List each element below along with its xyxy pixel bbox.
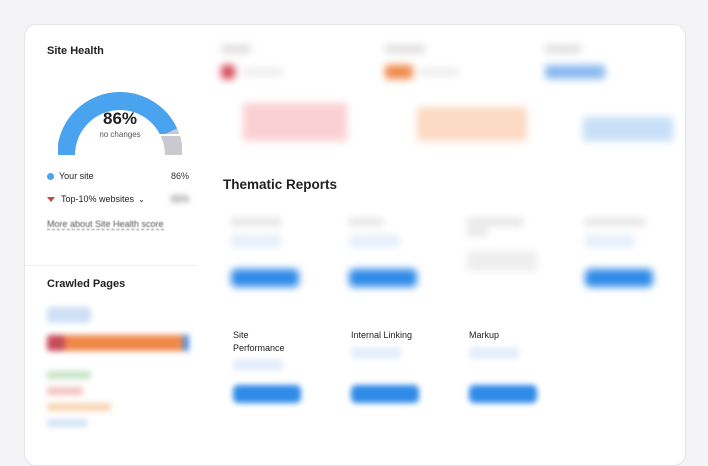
site-performance-score-badge — [233, 359, 283, 371]
more-about-site-health-link[interactable]: More about Site Health score — [47, 219, 164, 230]
internal-linking-view-button[interactable] — [351, 385, 419, 403]
report-tile-site-performance-label: Site Performance — [233, 330, 285, 353]
legend-your-site-value: 86% — [170, 171, 189, 181]
legend-your-site-label: Your site — [59, 171, 94, 181]
panel-divider — [25, 265, 197, 266]
internal-linking-score-badge — [351, 347, 401, 359]
report-tile-internal-linking-label: Internal Linking — [351, 330, 413, 340]
markup-view-button[interactable] — [469, 385, 537, 403]
legend-top-websites-label: Top-10% websites — [61, 194, 135, 204]
chevron-down-icon[interactable]: ⌄ — [138, 195, 145, 204]
site-audit-overview-card: Site Health 86% no changes Your site 86%… — [24, 24, 686, 466]
legend-your-site: Your site 86% — [47, 171, 189, 181]
crawled-pages-title: Crawled Pages — [47, 278, 126, 290]
legend-top-websites-value: 92% — [170, 194, 189, 204]
report-tile-internal-linking[interactable]: Internal Linking — [341, 317, 433, 417]
your-site-dot-icon — [47, 172, 54, 180]
report-tile-site-performance[interactable]: Site Performance — [223, 317, 315, 417]
site-performance-view-button[interactable] — [233, 385, 301, 403]
thematic-reports-title: Thematic Reports — [223, 177, 338, 192]
site-health-change: no changes — [99, 130, 141, 139]
markup-score-badge — [469, 347, 519, 359]
report-tile-markup[interactable]: Markup — [459, 317, 551, 417]
top-websites-marker-icon — [47, 196, 55, 202]
site-health-title: Site Health — [47, 45, 104, 57]
report-tile-markup-label: Markup — [469, 330, 500, 340]
legend-top-websites[interactable]: Top-10% websites ⌄ 92% — [47, 194, 189, 204]
site-health-score: 86% — [102, 109, 138, 128]
